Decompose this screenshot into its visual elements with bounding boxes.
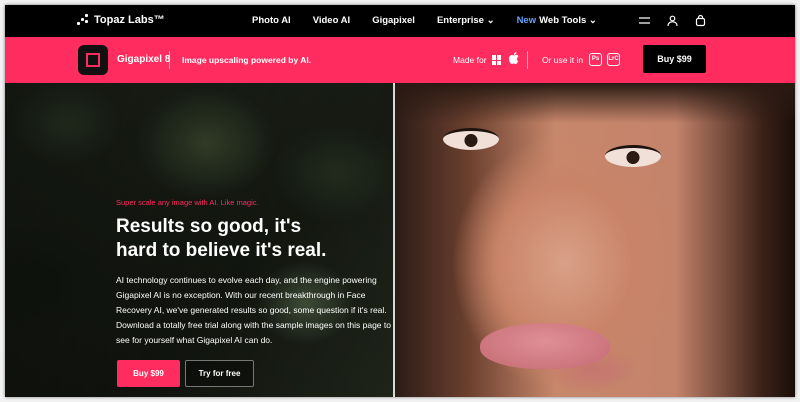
try-for-free-button[interactable]: Try for free: [185, 360, 254, 387]
page-frame: Topaz Labs™ Photo AI Video AI Gigapixel …: [5, 5, 795, 397]
nav-video-ai[interactable]: Video AI: [313, 15, 350, 26]
nav-photo-ai[interactable]: Photo AI: [252, 15, 291, 26]
windows-icon: [492, 55, 502, 65]
chevron-down-icon: ⌄: [588, 15, 597, 26]
app-name: Gigapixel 8: [117, 54, 171, 65]
comparison-slider[interactable]: [393, 83, 395, 397]
headline-line-2: hard to believe it's real.: [116, 240, 327, 261]
lightroom-classic-icon[interactable]: LrC: [607, 53, 620, 66]
top-nav: Topaz Labs™ Photo AI Video AI Gigapixel …: [5, 5, 795, 37]
tagline: Image upscaling powered by AI.: [182, 55, 312, 65]
or-use-it-in-label: Or use it in: [542, 55, 584, 65]
nav-gigapixel[interactable]: Gigapixel: [372, 15, 415, 26]
nav-enterprise[interactable]: Enterprise ⌄: [437, 15, 495, 26]
hero-kicker: Super scale any image with AI. Like magi…: [116, 198, 259, 207]
topaz-logo[interactable]: Topaz Labs™: [77, 14, 165, 26]
cart-icon[interactable]: [694, 14, 707, 27]
logo-text: Topaz Labs™: [94, 14, 165, 26]
user-icon[interactable]: [666, 14, 679, 27]
buy-button-hero[interactable]: Buy $99: [117, 360, 180, 387]
divider: [169, 51, 170, 69]
photoshop-icon[interactable]: Ps: [589, 53, 602, 66]
hero-headline: Results so good, it's hard to believe it…: [116, 215, 366, 263]
face-eye-left: [443, 128, 499, 150]
face-lips: [480, 323, 610, 369]
made-for-label: Made for: [453, 55, 487, 65]
nav-icons: [638, 14, 707, 27]
logo-icon: [77, 14, 89, 26]
nav-enterprise-label: Enterprise: [436, 15, 484, 26]
new-badge: New: [516, 15, 537, 26]
face-eye-right: [605, 145, 661, 167]
chevron-down-icon: ⌄: [486, 15, 495, 26]
buy-button-header[interactable]: Buy $99: [643, 45, 706, 73]
product-bar: Gigapixel 8 Image upscaling powered by A…: [5, 37, 795, 83]
nav-web-tools-label: Web Tools: [539, 15, 587, 26]
nav-web-tools[interactable]: New Web Tools ⌄: [517, 15, 597, 26]
apple-icon: [508, 52, 519, 67]
menu-icon[interactable]: [638, 14, 651, 27]
divider: [527, 51, 528, 69]
nav-links: Photo AI Video AI Gigapixel Enterprise ⌄…: [252, 15, 597, 26]
headline-line-1: Results so good, it's: [116, 216, 302, 237]
hair-shadow: [395, 83, 795, 123]
hero-body: AI technology continues to evolve each d…: [116, 275, 391, 345]
gigapixel-app-icon: [78, 45, 108, 75]
